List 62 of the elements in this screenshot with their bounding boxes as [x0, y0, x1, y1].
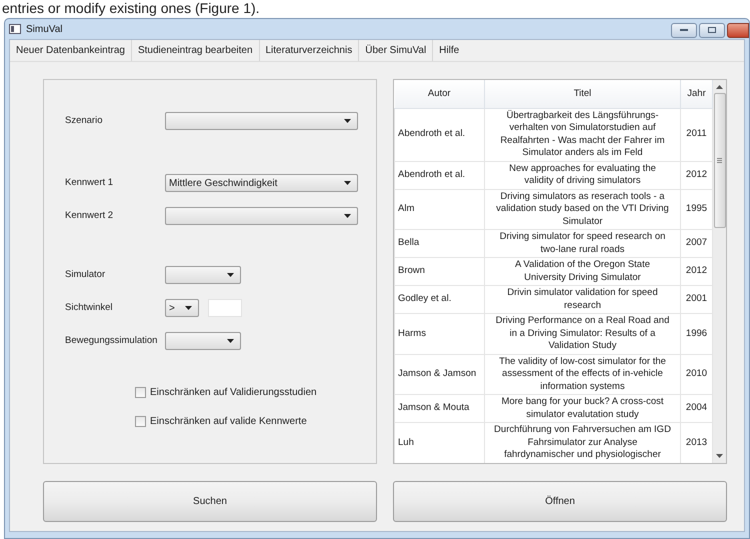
table-cell: A Validation of the Oregon State University Driving Simulator: [484, 258, 680, 286]
field-label: Kennwert 2: [65, 208, 114, 223]
table-cell: Driving Performance on a Real Road and in a Driving Simulator: Results of a Validation Study: [484, 314, 680, 354]
checkbox-label: Einschränken auf valide Kennwerte: [150, 414, 307, 428]
table-cell: Godley et al.: [394, 286, 484, 314]
table-cell: Harms: [394, 314, 484, 354]
angle-input[interactable]: [208, 299, 242, 317]
app-icon: [9, 24, 21, 34]
table-cell: Driving simulator for speed research on two-lane rural roads: [484, 230, 680, 258]
dropdown[interactable]: [165, 112, 358, 130]
menu-item[interactable]: Neuer Datenbankeintrag: [10, 43, 131, 58]
close-button[interactable]: [727, 22, 749, 38]
table-cell: Bella: [394, 230, 484, 258]
table-cell: Alm: [394, 189, 484, 230]
maximize-button[interactable]: [699, 22, 725, 38]
menu-item[interactable]: Literaturverzeichnis: [260, 43, 358, 58]
scroll-down-icon: [716, 454, 723, 458]
dropdown[interactable]: Mittlere Geschwindigkeit: [165, 174, 358, 192]
field-label: Sichtwinkel: [65, 300, 114, 315]
table-cell: Jamson & Jamson: [394, 354, 484, 394]
table-cell: New approaches for evaluating the validity of driving simulators: [484, 161, 680, 189]
dropdown[interactable]: [165, 207, 358, 225]
field-label: Bewegungssimulation: [65, 334, 158, 348]
caret-icon: [185, 306, 192, 310]
caret-icon: [344, 214, 351, 218]
scrollbar[interactable]: [713, 80, 726, 463]
open-button[interactable]: Öffnen: [393, 481, 727, 522]
field-label: Simulator: [65, 268, 106, 282]
checkbox-label: Einschränken auf Validierungsstudien: [150, 386, 317, 400]
menu-item[interactable]: Studieneintrag bearbeiten: [132, 43, 258, 58]
scroll-thumb[interactable]: [714, 93, 726, 228]
caret-icon: [344, 119, 351, 123]
menu-item[interactable]: Hilfe: [433, 43, 466, 58]
table-cell: Jamson & Mouta: [394, 394, 484, 422]
table-cell: Luh: [394, 422, 484, 463]
dropdown[interactable]: [165, 332, 241, 350]
checkbox[interactable]: [135, 386, 146, 398]
table-cell: The validity of low-cost simulator for the assessment of the effects of in-vehicle information systems: [484, 354, 680, 394]
minimize-button[interactable]: [671, 22, 697, 38]
table-cell: Brown: [394, 258, 484, 286]
grip-icon: [717, 158, 722, 163]
search-button[interactable]: Suchen: [43, 481, 377, 522]
menu-item[interactable]: Über SimuVal: [359, 43, 432, 58]
caret-icon: [344, 181, 351, 185]
column-header[interactable]: Autor: [394, 80, 484, 108]
column-header[interactable]: Titel: [484, 80, 680, 108]
scroll-up-icon: [716, 85, 723, 89]
dropdown[interactable]: [165, 266, 241, 284]
table-cell: More bang for your buck? A cross-cost simulator evalutation study: [484, 394, 680, 422]
table-cell: Abendroth et al.: [394, 108, 484, 161]
field-label: Szenario: [65, 114, 104, 128]
table-cell: Abendroth et al.: [394, 161, 484, 189]
table-cell: Übertragbarkeit des Längsführungs- verhalten von Simulatorstudien auf Realfahrten - Was macht der Fahrer im Simulator anders als im Feld: [484, 108, 680, 161]
caret-icon: [227, 339, 234, 343]
caret-icon: [227, 273, 234, 277]
table-cell: Driving simulators as reserach tools - a validation study based on the VTI Driving Simulator: [484, 189, 680, 230]
document-text: entries or modify existing ones (Figure 1).: [1, 0, 261, 18]
dropdown[interactable]: >: [165, 299, 199, 317]
window-title: SimuVal: [26, 22, 62, 36]
table-cell: Drivin simulator validation for speed research: [484, 286, 680, 314]
checkbox[interactable]: [135, 416, 146, 426]
field-label: Kennwert 1: [65, 176, 114, 190]
